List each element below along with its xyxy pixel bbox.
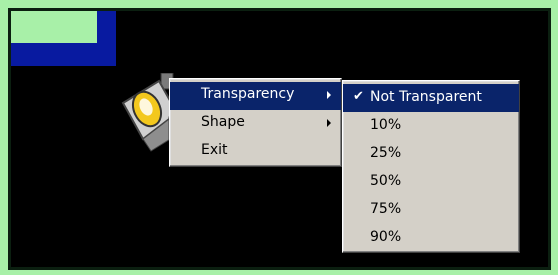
submenu-item-label: 90% xyxy=(370,229,402,245)
submenu-item-50[interactable]: 50% xyxy=(343,168,519,196)
transparency-submenu: ✔ Not Transparent 10% 25% 50% 75% 90% xyxy=(342,80,520,253)
submenu-item-label: 75% xyxy=(370,201,402,217)
submenu-item-not-transparent[interactable]: ✔ Not Transparent xyxy=(343,84,519,112)
submenu-item-label: 10% xyxy=(370,117,402,133)
menu-item-transparency[interactable]: Transparency xyxy=(170,82,341,110)
menu-item-label: Exit xyxy=(201,142,228,158)
submenu-item-label: Not Transparent xyxy=(370,89,482,105)
submenu-item-75[interactable]: 75% xyxy=(343,196,519,224)
submenu-item-label: 25% xyxy=(370,145,402,161)
menu-item-label: Transparency xyxy=(201,86,295,102)
menu-item-shape[interactable]: Shape xyxy=(170,110,341,138)
triangle-right-icon xyxy=(327,91,331,99)
submenu-item-25[interactable]: 25% xyxy=(343,140,519,168)
checkmark-icon: ✔ xyxy=(353,89,364,104)
menu-item-label: Shape xyxy=(201,114,245,130)
menu-item-exit[interactable]: Exit xyxy=(170,138,341,166)
submenu-item-label: 50% xyxy=(370,173,402,189)
submenu-item-10[interactable]: 10% xyxy=(343,112,519,140)
triangle-right-icon xyxy=(327,119,331,127)
submenu-item-90[interactable]: 90% xyxy=(343,224,519,252)
green-window-block xyxy=(11,11,97,43)
context-menu: Transparency Shape Exit xyxy=(169,78,342,167)
